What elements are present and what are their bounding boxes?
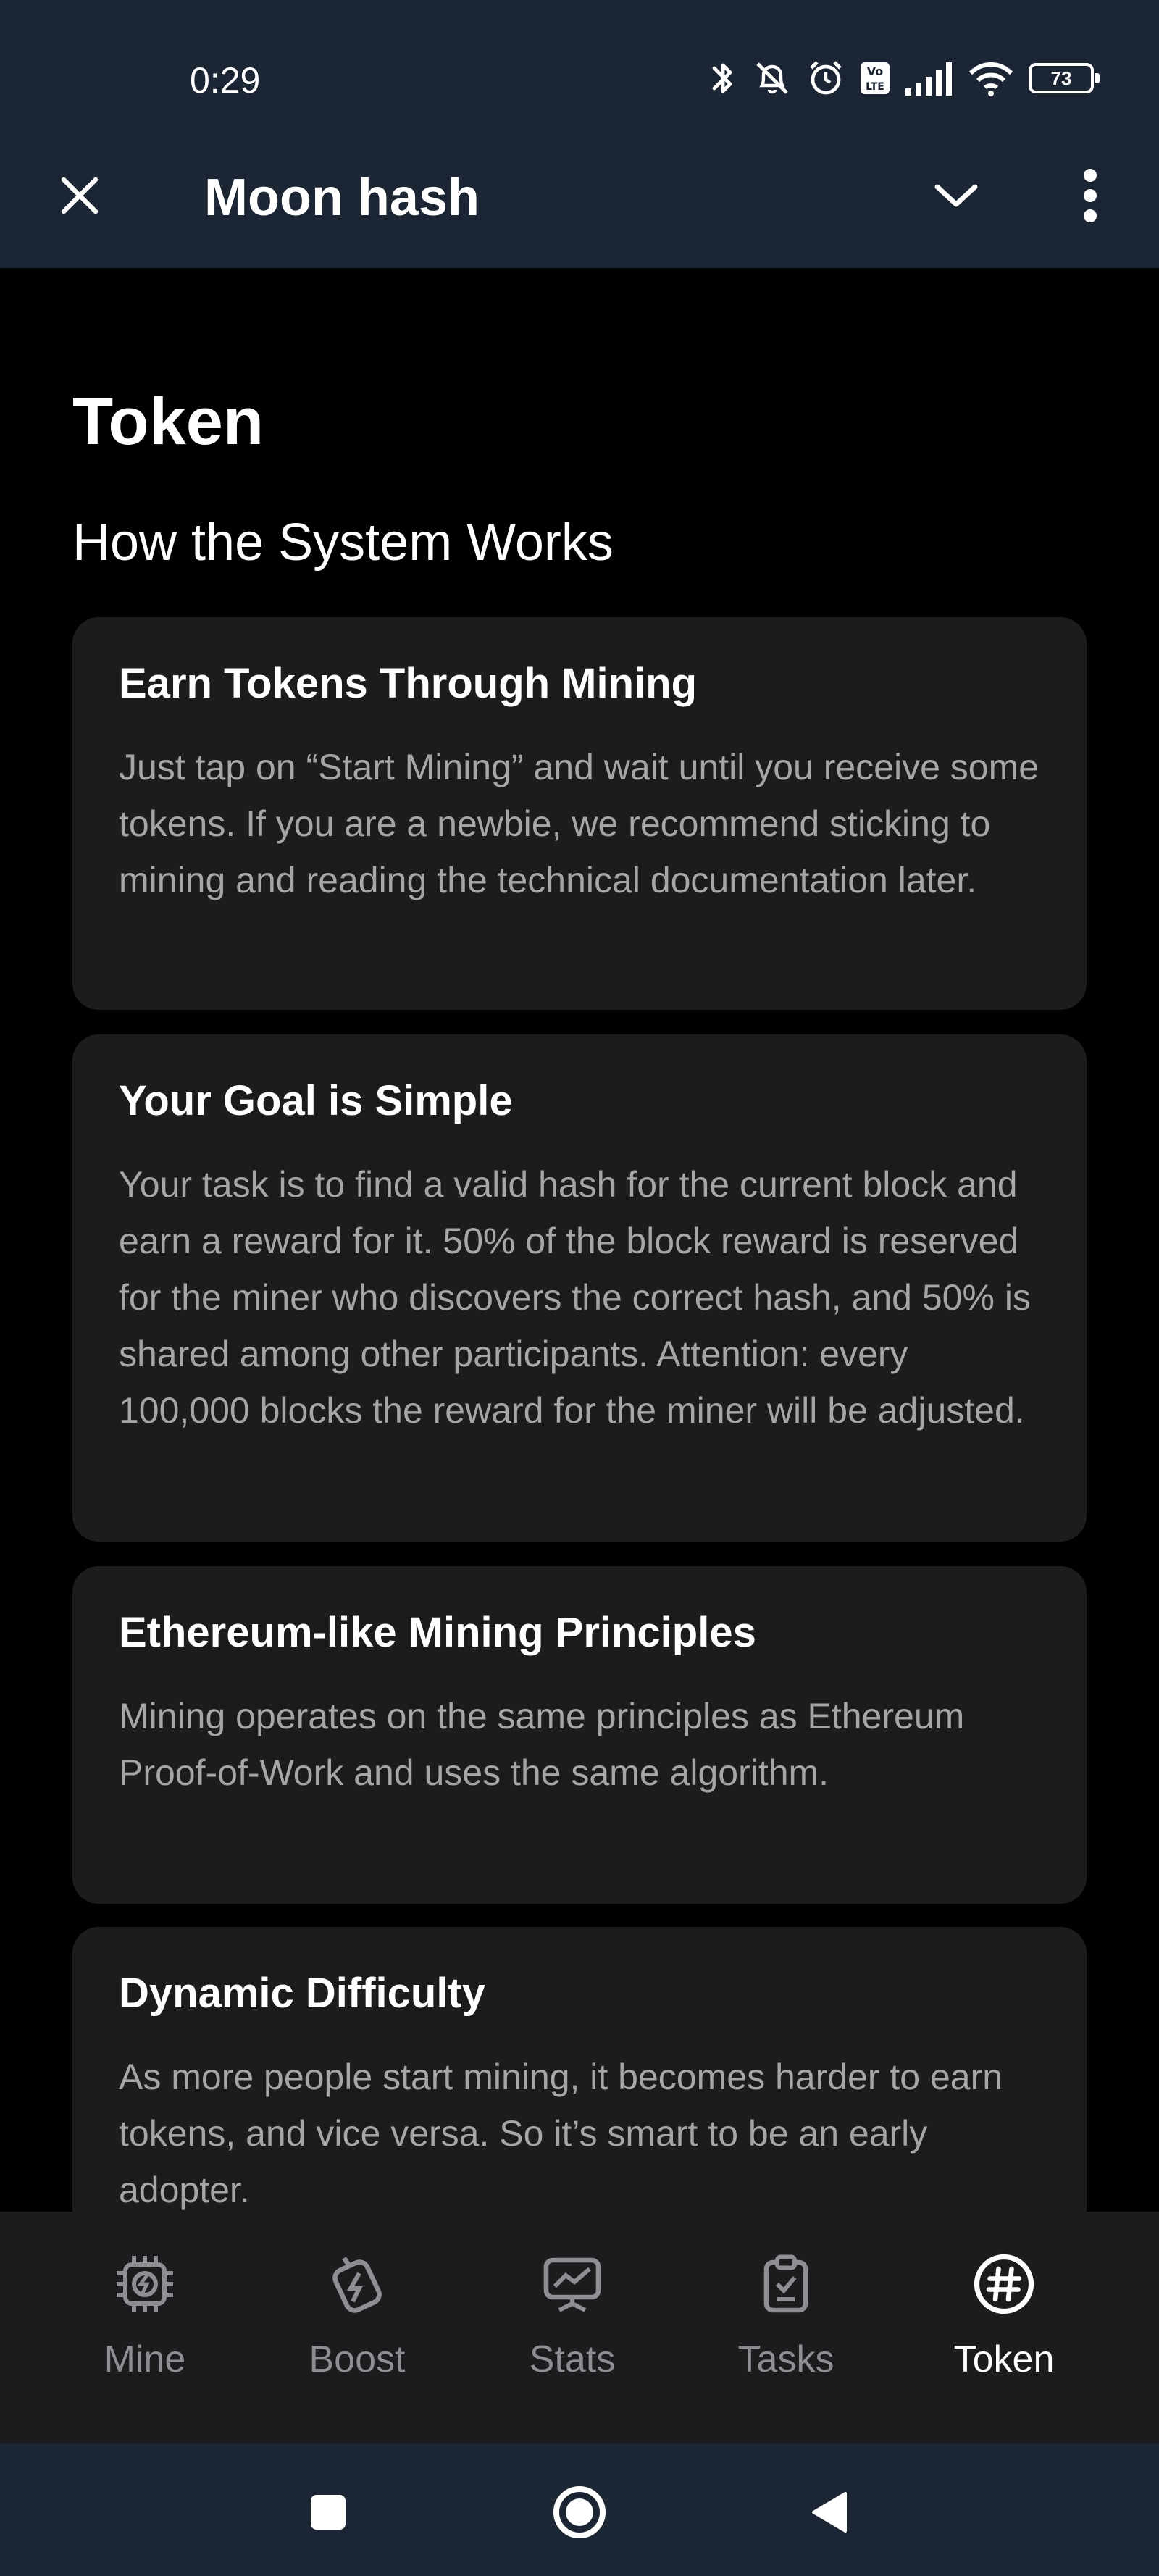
status-icons: Vo LTE 73 — [708, 57, 1100, 100]
bottom-nav: Mine Boost Stats Tasks Token — [0, 2212, 1159, 2443]
battery-level: 73 — [1050, 67, 1072, 89]
hash-icon — [968, 2248, 1040, 2320]
info-card-principles: Ethereum-like Mining Principles Mining o… — [72, 1566, 1087, 1904]
card-title: Earn Tokens Through Mining — [119, 660, 698, 707]
more-vertical-icon — [1084, 169, 1097, 222]
info-card-difficulty: Dynamic Difficulty As more people start … — [72, 1927, 1087, 2212]
nav-item-stats[interactable]: Stats — [478, 2241, 666, 2414]
nav-label: Mine — [104, 2338, 186, 2380]
bell-off-icon — [756, 62, 788, 94]
close-button[interactable] — [51, 167, 109, 225]
card-body: As more people start mining, it becomes … — [119, 2057, 1003, 2210]
volte-icon: Vo LTE — [861, 62, 890, 94]
wifi-icon — [968, 62, 1013, 96]
signal-icon — [905, 62, 952, 96]
status-bar: 0:29 Vo LTE 73 — [0, 0, 1159, 138]
home-icon — [553, 2486, 606, 2538]
system-nav-bar — [0, 2443, 1159, 2576]
status-time: 0:29 — [190, 60, 261, 101]
page-title: Token — [72, 385, 264, 459]
card-title: Dynamic Difficulty — [119, 1970, 485, 2017]
recents-button[interactable] — [296, 2480, 361, 2545]
back-button[interactable] — [797, 2480, 862, 2545]
nav-item-token[interactable]: Token — [910, 2241, 1098, 2414]
home-button[interactable] — [547, 2480, 612, 2545]
nav-item-boost[interactable]: Boost — [263, 2241, 451, 2414]
card-title: Ethereum-like Mining Principles — [119, 1609, 756, 1656]
info-card-mining: Earn Tokens Through Mining Just tap on “… — [72, 617, 1087, 1010]
nav-item-mine[interactable]: Mine — [51, 2241, 239, 2414]
card-title: Your Goal is Simple — [119, 1077, 513, 1124]
more-options-button[interactable] — [1061, 159, 1119, 232]
section-title: How the System Works — [72, 514, 614, 572]
alarm-icon — [810, 61, 842, 95]
recents-icon — [311, 2495, 346, 2530]
stats-icon — [536, 2248, 608, 2320]
info-card-goal: Your Goal is Simple Your task is to find… — [72, 1034, 1087, 1542]
content-scroll-area[interactable]: Token How the System Works Earn Tokens T… — [0, 268, 1159, 2212]
tasks-icon — [750, 2248, 822, 2320]
close-icon — [61, 177, 99, 214]
app-header: Moon hash — [0, 138, 1159, 268]
collapse-button[interactable] — [927, 167, 985, 225]
chip-icon — [109, 2248, 181, 2320]
svg-text:Vo: Vo — [867, 64, 884, 78]
card-body: Just tap on “Start Mining” and wait unti… — [119, 747, 1039, 900]
nav-label: Stats — [529, 2338, 616, 2380]
chevron-down-icon — [934, 184, 978, 207]
nav-label: Tasks — [737, 2338, 834, 2380]
nav-item-tasks[interactable]: Tasks — [692, 2241, 880, 2414]
card-body: Mining operates on the same principles a… — [119, 1696, 965, 1793]
nav-label: Token — [953, 2338, 1055, 2380]
svg-text:LTE: LTE — [866, 81, 884, 93]
battery-icon: 73 — [1029, 63, 1100, 93]
bluetooth-icon — [712, 63, 732, 93]
nav-label: Boost — [309, 2338, 406, 2380]
card-body: Your task is to find a valid hash for th… — [119, 1164, 1031, 1431]
app-title: Moon hash — [204, 169, 480, 227]
boost-icon — [321, 2248, 393, 2320]
back-icon — [812, 2492, 847, 2533]
